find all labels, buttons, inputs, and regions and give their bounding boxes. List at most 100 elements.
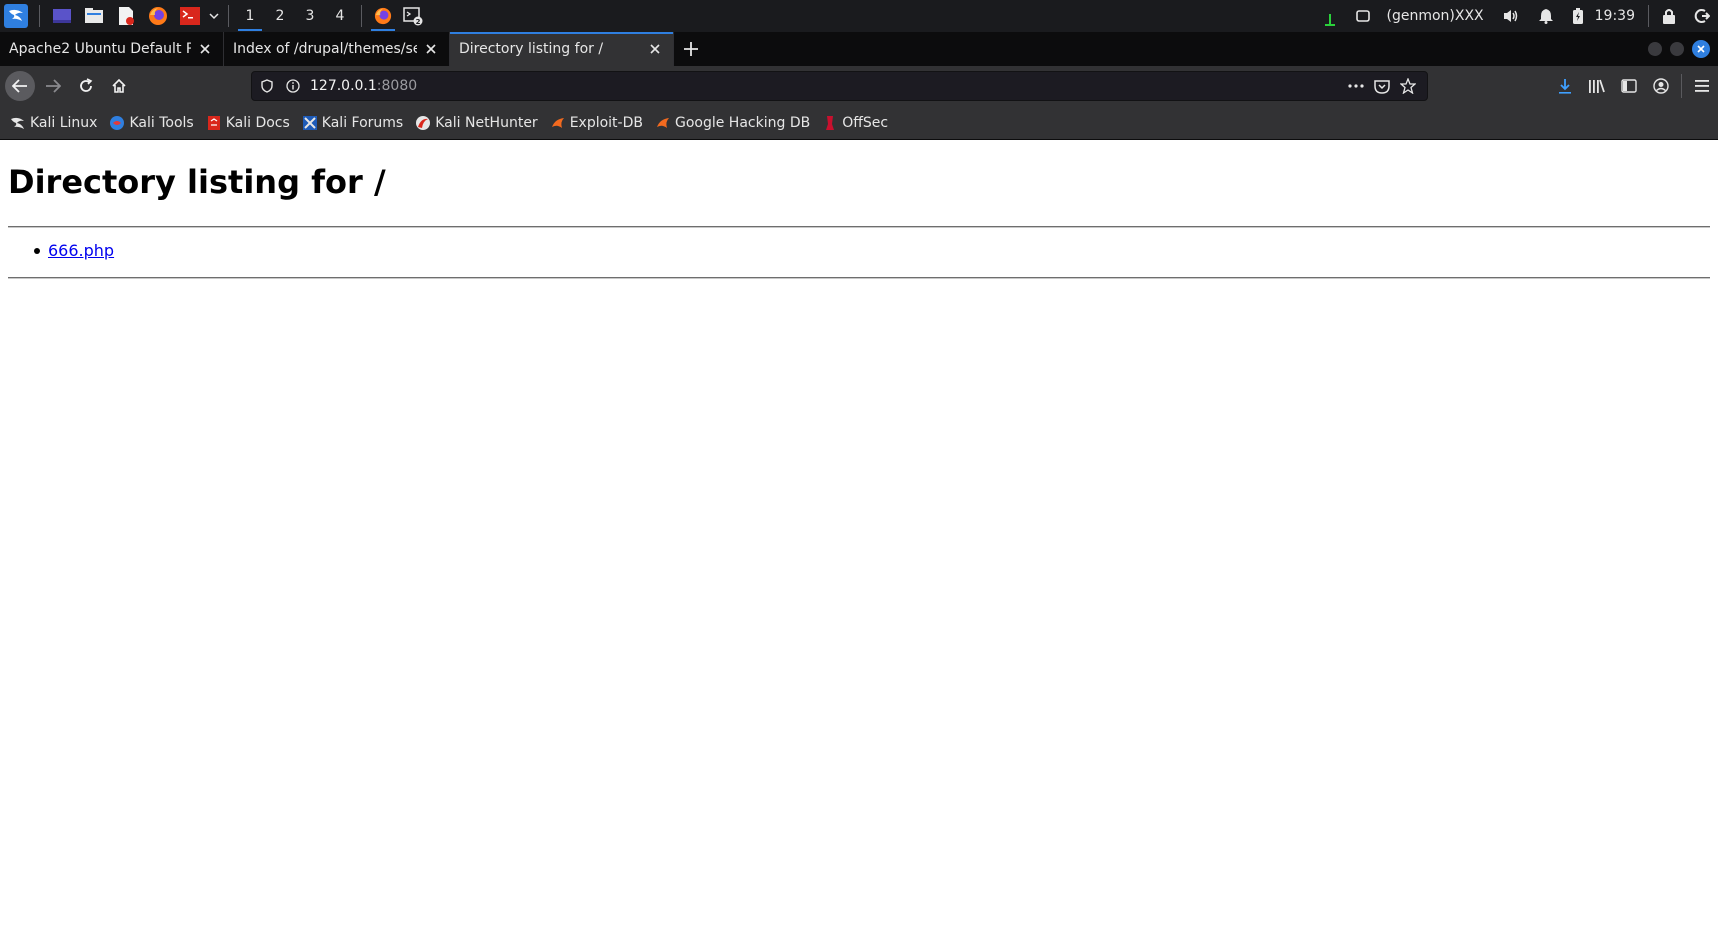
pocket-icon[interactable] (1369, 73, 1395, 99)
cpu-graph-icon (1323, 6, 1337, 26)
file-manager-icon[interactable] (83, 5, 105, 27)
chevron-down-icon[interactable] (208, 5, 220, 27)
bookmark-kali-linux[interactable]: Kali Linux (10, 115, 97, 131)
tab-index-drupal-themes[interactable]: Index of /drupal/themes/seven (224, 32, 450, 66)
bookmark-offsec[interactable]: OffSec (822, 115, 888, 131)
list-item: 666.php (33, 240, 114, 262)
bookmark-label: Kali Linux (30, 114, 98, 131)
account-icon[interactable] (1645, 70, 1677, 102)
tracking-shield-icon[interactable] (254, 73, 280, 99)
ghdb-icon (655, 115, 671, 131)
page-actions-icon[interactable] (1343, 73, 1369, 99)
page-heading: Directory listing for / (8, 163, 386, 201)
back-button[interactable] (5, 71, 35, 101)
window-controls (1644, 32, 1718, 66)
bookmark-label: Kali Docs (225, 114, 290, 131)
offsec-icon (822, 115, 838, 131)
close-icon (1697, 45, 1705, 53)
bookmark-label: Exploit-DB (569, 114, 643, 131)
text-editor-icon[interactable] (115, 5, 137, 27)
svg-text:2: 2 (416, 18, 421, 26)
bookmark-star-icon[interactable] (1395, 73, 1421, 99)
close-window-button[interactable] (1692, 40, 1710, 58)
bookmark-label: OffSec (842, 114, 889, 131)
hamburger-menu-icon[interactable] (1686, 70, 1718, 102)
horizontal-rule (8, 226, 1710, 228)
bookmark-label: Kali Forums (321, 114, 404, 131)
exploit-db-icon (550, 115, 566, 131)
bookmark-exploit-db[interactable]: Exploit-DB (550, 115, 643, 131)
firefox-launcher-icon[interactable] (147, 5, 169, 27)
home-button[interactable] (104, 71, 134, 101)
maximize-button[interactable] (1670, 42, 1684, 56)
file-link[interactable]: 666.php (48, 241, 114, 260)
kali-forums-icon (302, 115, 318, 131)
panel-separator (361, 5, 362, 27)
lock-screen-icon[interactable] (1662, 8, 1676, 24)
kali-dragon-icon (10, 115, 26, 131)
url-port: :8080 (376, 78, 418, 94)
toolbar-separator (1681, 74, 1682, 98)
bookmark-google-hacking-db[interactable]: Google Hacking DB (655, 115, 810, 131)
clock[interactable]: 19:39 (1595, 8, 1635, 24)
reload-icon (80, 78, 93, 92)
panel-separator (228, 5, 229, 27)
workspace-2[interactable]: 2 (265, 0, 295, 32)
bookmark-label: Kali NetHunter (435, 114, 538, 131)
bookmark-label: Kali Tools (129, 114, 194, 131)
bookmark-kali-tools[interactable]: Kali Tools (109, 114, 194, 131)
tab-directory-listing[interactable]: Directory listing for / (450, 32, 674, 66)
new-tab-button[interactable] (674, 32, 708, 66)
page-content: Directory listing for / 666.php (0, 140, 1718, 926)
plus-icon (684, 42, 698, 56)
notifications-bell-icon[interactable] (1538, 8, 1554, 24)
url-text: 127.0.0.1:8080 (310, 78, 417, 94)
taskbar-terminal-group[interactable]: 2 (398, 0, 428, 32)
bookmark-label: Google Hacking DB (674, 114, 811, 131)
home-icon (112, 78, 126, 93)
forward-button[interactable] (38, 71, 68, 101)
bookmark-kali-nethunter[interactable]: Kali NetHunter (415, 114, 538, 131)
close-icon[interactable] (647, 41, 663, 57)
workspace-1[interactable]: 1 (235, 0, 265, 32)
minimize-button[interactable] (1648, 42, 1662, 56)
close-icon[interactable] (423, 41, 439, 57)
logout-icon[interactable] (1694, 8, 1710, 24)
battery-icon[interactable] (1572, 7, 1584, 25)
url-bar[interactable]: 127.0.0.1:8080 (251, 71, 1428, 101)
tab-title: Index of /drupal/themes/seven (233, 41, 417, 57)
kali-menu-icon[interactable] (4, 4, 28, 28)
panel-separator (39, 5, 40, 27)
bookmarks-toolbar: Kali Linux Kali Tools Kali Docs Kali For… (0, 106, 1718, 140)
close-icon[interactable] (197, 41, 213, 57)
file-list: 666.php (8, 240, 114, 262)
sidebar-toggle-icon[interactable] (1613, 70, 1645, 102)
url-host: 127.0.0.1 (310, 78, 377, 94)
workspace-3[interactable]: 3 (295, 0, 325, 32)
bookmark-kali-forums[interactable]: Kali Forums (302, 115, 403, 131)
site-info-icon[interactable] (280, 73, 306, 99)
downloads-icon[interactable] (1549, 70, 1581, 102)
desktop-top-panel: 1 2 3 4 2 (genmon)XXX 19:39 (0, 0, 1718, 32)
kali-docs-icon (206, 115, 222, 131)
firefox-icon (374, 7, 392, 25)
browser-tab-bar: Apache2 Ubuntu Default Page: It works In… (0, 32, 1718, 66)
show-desktop-icon[interactable] (51, 5, 73, 27)
arrow-left-icon (12, 79, 27, 93)
kali-tools-icon (109, 115, 125, 131)
tab-title: Directory listing for / (459, 41, 604, 57)
terminal-icon: 2 (403, 7, 423, 26)
panel-separator (1648, 5, 1649, 27)
genmon-label: (genmon)XXX (1386, 8, 1484, 24)
bookmark-kali-docs[interactable]: Kali Docs (206, 115, 290, 131)
volume-icon[interactable] (1502, 8, 1520, 24)
window-icon[interactable] (1355, 9, 1371, 23)
horizontal-rule (8, 277, 1710, 279)
workspace-4[interactable]: 4 (325, 0, 355, 32)
terminal-launcher-icon[interactable] (179, 5, 201, 27)
taskbar-firefox-window[interactable] (368, 0, 398, 32)
arrow-right-icon (46, 79, 61, 93)
tab-apache2-default[interactable]: Apache2 Ubuntu Default Page: It works (0, 32, 224, 66)
library-icon[interactable] (1581, 70, 1613, 102)
reload-button[interactable] (71, 71, 101, 101)
